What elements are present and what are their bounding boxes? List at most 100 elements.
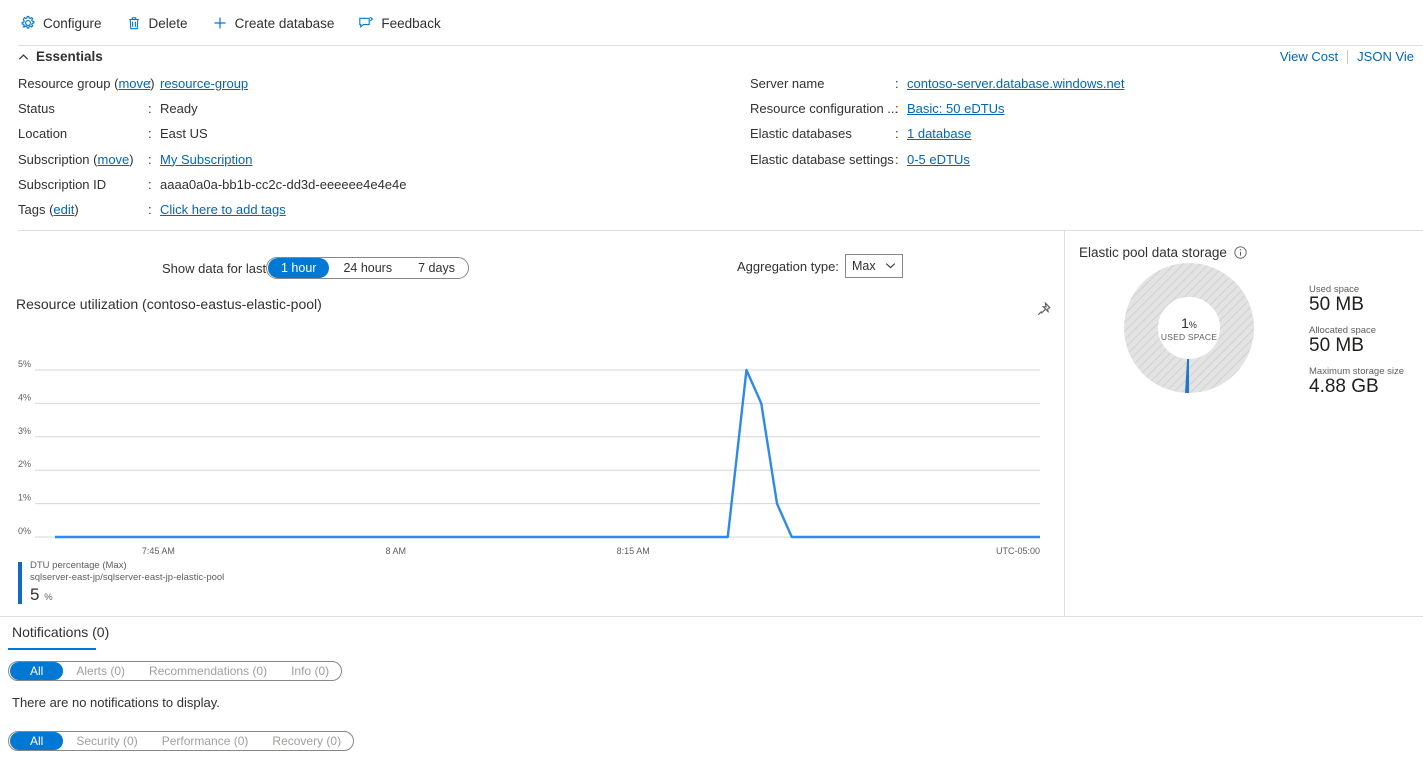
- secondary-filter-performance[interactable]: Performance (0): [150, 732, 261, 750]
- configure-button-label: Configure: [43, 15, 102, 31]
- move-resource-group-link[interactable]: move: [118, 76, 150, 91]
- secondary-filter-all[interactable]: All: [10, 732, 64, 750]
- notifications-filter-info[interactable]: Info (0): [279, 662, 341, 680]
- feedback-icon: [358, 15, 374, 31]
- essentials-label-server-name: Server name: [750, 76, 825, 91]
- essentials-value-tags[interactable]: Click here to add tags: [160, 202, 286, 217]
- aggregation-type-value: Max: [852, 259, 876, 273]
- tab-notifications[interactable]: Notifications (0): [8, 624, 113, 648]
- chart-series-line: [55, 368, 1040, 539]
- essentials-label-elastic-database-settings: Elastic database settings: [750, 151, 894, 167]
- essentials-label-resource-configuration: Resource configuration ...: [750, 101, 899, 117]
- delete-button-label: Delete: [148, 15, 188, 31]
- essentials-row-elastic-databases: Elastic databases : 1 database: [750, 126, 1125, 151]
- essentials-row-subscription: Subscription (move) : My Subscription: [18, 152, 407, 177]
- essentials-label-subscription-id: Subscription ID: [18, 176, 107, 192]
- chevron-down-icon: [885, 259, 896, 273]
- delete-button[interactable]: Delete: [124, 11, 198, 35]
- essentials-value-resource-group[interactable]: resource-group: [160, 76, 248, 91]
- trash-icon: [126, 15, 142, 31]
- notifications-filter-group: All Alerts (0) Recommendations (0) Info …: [8, 661, 343, 681]
- colon: :: [148, 176, 152, 192]
- essentials-value-subscription[interactable]: My Subscription: [160, 152, 252, 167]
- label-text: Subscription: [18, 151, 90, 167]
- essentials-value-location: East US: [160, 126, 208, 142]
- essentials-label-resource-group: Resource group (move): [18, 76, 155, 91]
- notifications-filter-alerts[interactable]: Alerts (0): [64, 662, 137, 680]
- essentials-row-elastic-database-settings: Elastic database settings : 0-5 eDTUs: [750, 152, 1125, 177]
- feedback-button[interactable]: Feedback: [356, 11, 450, 35]
- colon: :: [895, 76, 899, 91]
- move-subscription-link[interactable]: move: [98, 152, 130, 167]
- command-bar-divider: [18, 45, 1423, 46]
- storage-panel-title: Elastic pool data storage: [1079, 245, 1247, 260]
- show-data-label: Show data for last:: [162, 261, 270, 276]
- label-text: Tags: [18, 201, 46, 217]
- colon: :: [895, 126, 899, 142]
- notifications-filter-all[interactable]: All: [10, 662, 64, 680]
- storage-stats: Used space 50 MB Allocated space 50 MB M…: [1309, 284, 1404, 407]
- essentials-right-column: Server name : contoso-server.database.wi…: [750, 76, 1125, 177]
- y-axis-tick-label: 4%: [18, 392, 31, 402]
- x-axis-tick-label: 8:15 AM: [617, 546, 650, 556]
- info-icon[interactable]: [1234, 246, 1247, 259]
- time-range-24-hours[interactable]: 24 hours: [330, 258, 405, 278]
- notifications-filter-recommendations[interactable]: Recommendations (0): [137, 662, 279, 680]
- aggregation-type-select[interactable]: Max: [845, 254, 903, 278]
- essentials-row-location: Location : East US: [18, 126, 407, 151]
- essentials-row-status: Status : Ready: [18, 101, 407, 126]
- colon: :: [148, 151, 152, 167]
- create-database-button-label: Create database: [234, 15, 335, 31]
- essentials-label: Essentials: [36, 49, 103, 64]
- used-space-value: 50 MB: [1309, 294, 1364, 315]
- colon: :: [148, 126, 152, 142]
- storage-donut-chart: [1124, 263, 1254, 393]
- legend-color-swatch: [18, 562, 22, 604]
- essentials-value-elastic-database-settings[interactable]: 0-5 eDTUs: [907, 152, 970, 167]
- time-range-1-hour[interactable]: 1 hour: [268, 258, 330, 278]
- maximum-storage-size-value: 4.88 GB: [1309, 376, 1379, 397]
- essentials-divider: [18, 230, 1423, 231]
- label-text: Resource group: [18, 76, 111, 91]
- colon: :: [895, 101, 899, 117]
- essentials-value-resource-configuration[interactable]: Basic: 50 eDTUs: [907, 101, 1005, 116]
- y-axis-tick-label: 3%: [18, 426, 31, 436]
- legend-value-number: 5: [30, 585, 40, 604]
- essentials-row-resource-group: Resource group (move) : resource-group: [18, 76, 407, 101]
- json-view-link[interactable]: JSON Vie: [1348, 49, 1423, 64]
- secondary-filter-recovery[interactable]: Recovery (0): [260, 732, 353, 750]
- essentials-row-tags: Tags (edit) : Click here to add tags: [18, 202, 407, 227]
- view-cost-link[interactable]: View Cost: [1271, 49, 1347, 64]
- time-range-selector: 1 hour 24 hours 7 days: [266, 257, 469, 279]
- tab-notifications-underline: [8, 648, 96, 650]
- essentials-top-links: View Cost JSON Vie: [1271, 49, 1423, 64]
- x-axis-tick-label: 7:45 AM: [142, 546, 175, 556]
- secondary-filter-security[interactable]: Security (0): [64, 732, 149, 750]
- essentials-label-tags: Tags (edit): [18, 201, 79, 217]
- secondary-filter-group: All Security (0) Performance (0) Recover…: [8, 731, 355, 751]
- essentials-label-subscription: Subscription (move): [18, 151, 134, 167]
- essentials-value-status: Ready: [160, 101, 198, 117]
- chart-title: Resource utilization (contoso-eastus-ela…: [16, 296, 322, 312]
- pin-icon[interactable]: [1031, 297, 1055, 321]
- resource-utilization-chart[interactable]: 0% 1% 2% 3% 4% 5% 7:45 AM 8 AM 8:15 AM UTC-05:00: [0, 350, 1060, 560]
- timezone-label: UTC-05:00: [996, 546, 1040, 556]
- essentials-toggle[interactable]: Essentials: [18, 49, 103, 64]
- colon: :: [895, 151, 899, 167]
- legend-series-name: DTU percentage (Max): [30, 560, 127, 571]
- aggregation-type-label: Aggregation type:: [737, 259, 839, 274]
- y-axis-tick-label: 0%: [18, 526, 31, 536]
- allocated-space-value: 50 MB: [1309, 335, 1364, 356]
- time-range-7-days[interactable]: 7 days: [405, 258, 468, 278]
- essentials-value-elastic-databases[interactable]: 1 database: [907, 126, 971, 141]
- y-axis-tick-label: 2%: [18, 459, 31, 469]
- essentials-row-server-name: Server name : contoso-server.database.wi…: [750, 76, 1125, 101]
- y-axis-tick-label: 5%: [18, 359, 31, 369]
- essentials-value-server-name[interactable]: contoso-server.database.windows.net: [907, 76, 1125, 91]
- essentials-row-subscription-id: Subscription ID : aaaa0a0a-bb1b-cc2c-dd3…: [18, 177, 407, 202]
- essentials-label-status: Status: [18, 101, 55, 117]
- create-database-button[interactable]: Create database: [210, 11, 345, 35]
- essentials-label-elastic-databases: Elastic databases: [750, 126, 852, 142]
- edit-tags-link[interactable]: edit: [53, 202, 74, 217]
- configure-button[interactable]: Configure: [18, 11, 112, 35]
